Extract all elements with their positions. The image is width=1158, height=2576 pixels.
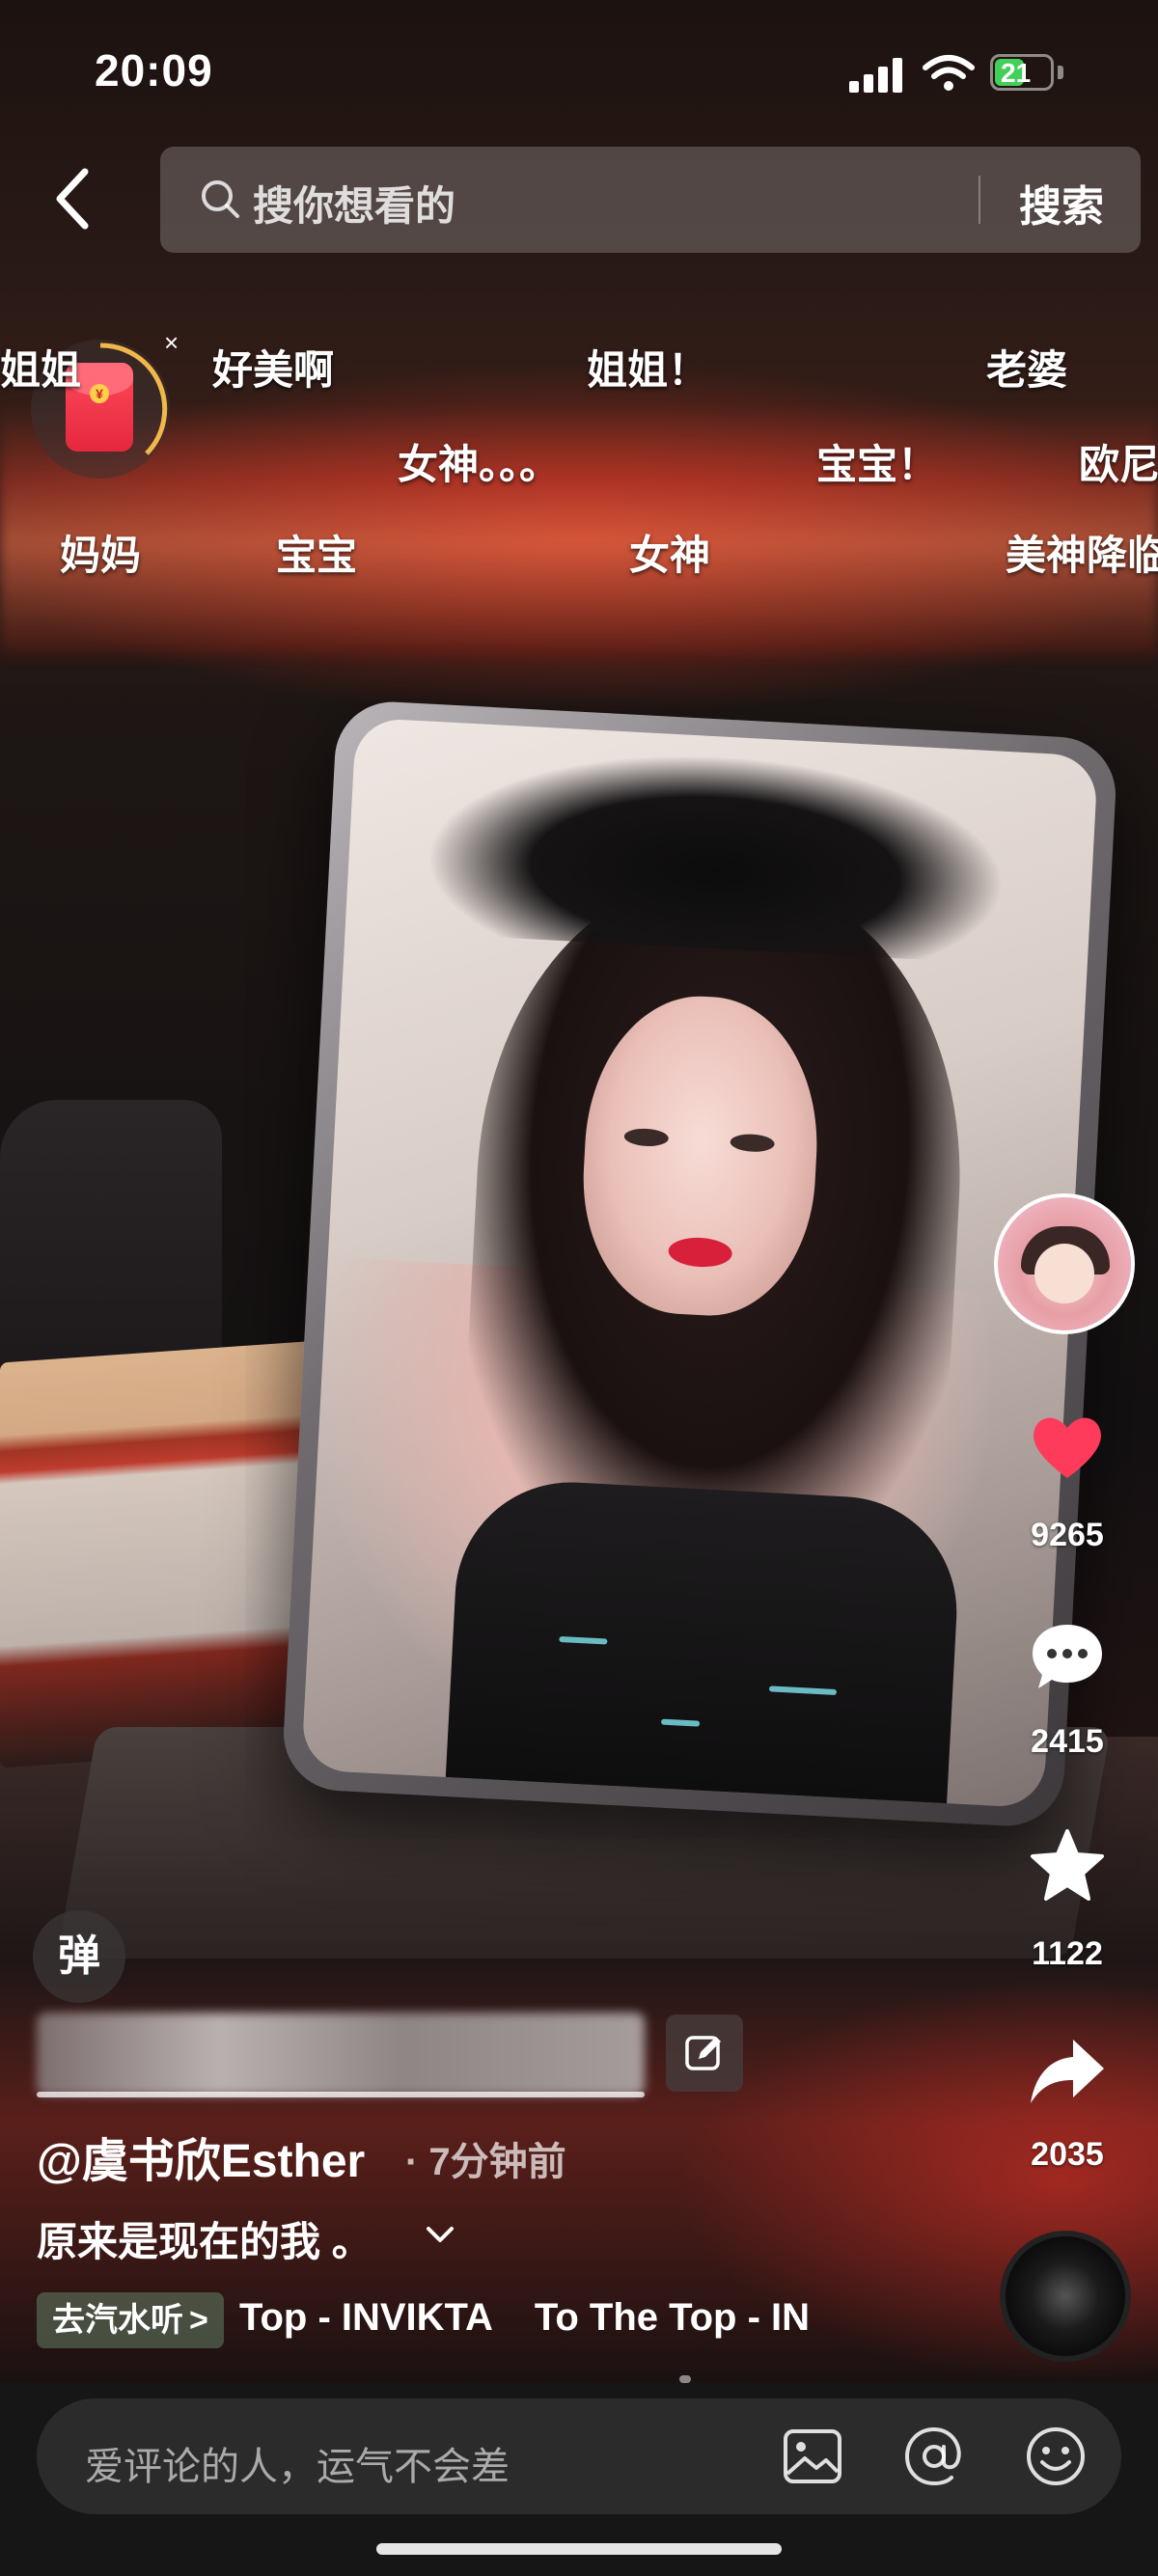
danmaku-item: 女神 (629, 533, 711, 578)
music-disc[interactable] (1000, 2231, 1131, 2362)
chevron-right-icon: > (189, 2302, 208, 2339)
favorite-button[interactable]: 1122 (1000, 1827, 1135, 1982)
avatar-face (1034, 1244, 1094, 1303)
danmaku-item: 美神降临 (1006, 533, 1158, 578)
home-indicator[interactable] (376, 2543, 782, 2555)
blurred-related-banner[interactable] (37, 2013, 645, 2096)
heart-icon (1034, 1417, 1101, 1478)
status-bar: 20:09 21 (0, 0, 1158, 135)
search-icon (202, 180, 239, 218)
video-progress-indicator[interactable] (679, 2375, 691, 2383)
comment-bubble-icon (1033, 1625, 1102, 1688)
danmaku-toggle-button[interactable]: 弹 (33, 1910, 125, 2003)
comment-button[interactable]: 2415 (1000, 1619, 1135, 1773)
share-button[interactable]: 2035 (1000, 2032, 1135, 2186)
danmaku-item: 欧尼 (1079, 442, 1158, 487)
like-button[interactable]: 9265 (1000, 1409, 1135, 1563)
dress-glint (660, 1718, 701, 1727)
danmaku-item: 女神。。。 (398, 442, 561, 487)
comment-count: 2415 (1031, 1723, 1104, 1760)
mirror-frame (280, 699, 1119, 1829)
battery-icon: 21 (990, 54, 1054, 91)
danmaku-item: 好美啊 (212, 347, 335, 393)
share-arrow-icon (1031, 2040, 1104, 2103)
post-time: · 7分钟前 (405, 2141, 566, 2183)
red-packet-coin: ¥ (90, 384, 109, 403)
back-arrow-icon[interactable] (46, 164, 104, 233)
comment-input[interactable]: 爱评论的人，运气不会差 (37, 2398, 1121, 2514)
portrait-dress (444, 1476, 963, 1809)
status-time: 20:09 (95, 45, 213, 96)
search-button[interactable]: 搜索 (1019, 172, 1104, 233)
danmaku-item: 妈妈 (60, 533, 142, 578)
like-count: 9265 (1031, 1517, 1104, 1553)
banner-underline (37, 2092, 645, 2097)
star-icon (1031, 1829, 1104, 1901)
battery-level: 21 (1001, 58, 1032, 88)
danmaku-item: 姐姐！ (587, 347, 709, 393)
danmaku-item: 老婆 (986, 347, 1068, 393)
portrait-photo (301, 717, 1099, 1809)
emoji-icon[interactable] (1023, 2424, 1089, 2489)
open-in-music-app-button[interactable]: 去汽水听 > (37, 2292, 224, 2348)
share-count: 2035 (1031, 2136, 1104, 2173)
author-name[interactable]: @虞书欣Esther (37, 2123, 365, 2190)
portrait-headpiece (422, 740, 1011, 964)
edit-icon (685, 2036, 721, 2070)
at-icon[interactable] (901, 2424, 967, 2489)
chevron-down-icon[interactable] (421, 2215, 459, 2254)
cellular-signal-icon (849, 58, 903, 93)
search-divider (979, 176, 980, 224)
author-avatar[interactable] (994, 1193, 1135, 1334)
search-bar[interactable]: 搜你想看的 搜索 (160, 147, 1141, 253)
dress-glint (559, 1635, 608, 1645)
image-icon[interactable] (780, 2424, 845, 2489)
search-input[interactable]: 搜你想看的 (253, 174, 455, 233)
music-source-label: 去汽水听 (52, 2302, 183, 2339)
danmaku-item: 宝宝 (276, 533, 358, 578)
comment-placeholder: 爱评论的人，运气不会差 (85, 2446, 510, 2488)
edit-button[interactable] (666, 2014, 743, 2092)
post-caption[interactable]: 原来是现在的我 。 (37, 2209, 372, 2268)
red-packet-close-button[interactable]: × (164, 328, 179, 358)
danmaku-item: 宝宝！ (816, 442, 939, 487)
wifi-icon (923, 55, 975, 91)
music-title[interactable]: Top - INVIKTA To The Top - IN (239, 2296, 810, 2340)
battery-tip (1058, 66, 1063, 79)
favorite-count: 1122 (1032, 1935, 1103, 1972)
danmaku-item: 姐姐 (0, 347, 82, 393)
dress-glint (768, 1685, 838, 1696)
neon-sign-background (0, 405, 1158, 656)
